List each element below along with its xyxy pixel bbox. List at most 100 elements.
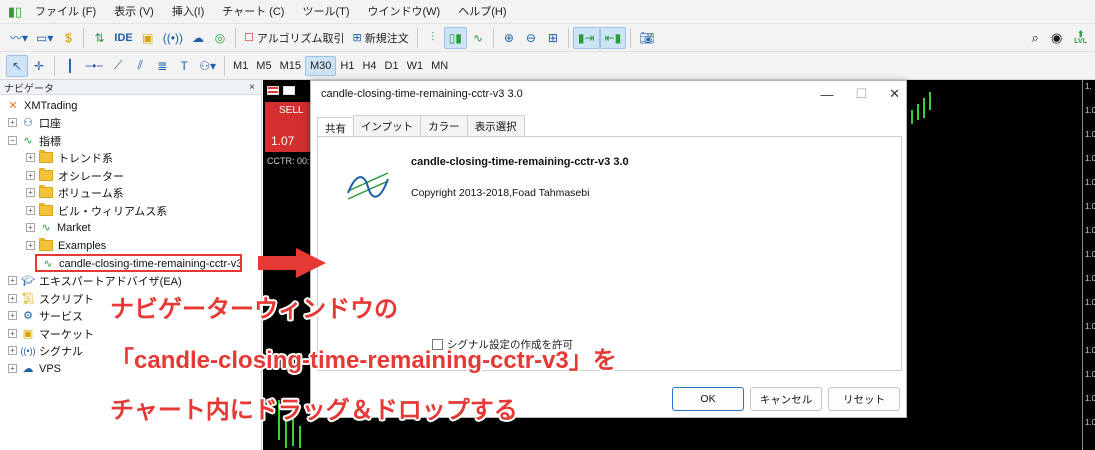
- menu-view[interactable]: 表示 (V): [105, 0, 163, 24]
- expand-icon[interactable]: +: [8, 329, 17, 338]
- crosshair-icon[interactable]: ✛: [28, 55, 50, 77]
- nav-item-oscillators[interactable]: + オシレーター: [26, 167, 124, 184]
- expand-icon[interactable]: +: [8, 364, 17, 373]
- dialog-window-controls: — ☐ ✕: [820, 81, 900, 107]
- expand-icon[interactable]: +: [26, 153, 35, 162]
- screenshot-icon[interactable]: 📷︎: [635, 27, 658, 49]
- reset-button[interactable]: リセット: [828, 387, 900, 411]
- nav-item-expert-advisors[interactable]: + 🎓︎ エキスパートアドバイザ(EA): [8, 272, 182, 289]
- expand-icon[interactable]: +: [8, 311, 17, 320]
- expand-icon[interactable]: +: [8, 294, 17, 303]
- timeframe-w1[interactable]: W1: [403, 56, 428, 76]
- templates-icon[interactable]: ▭▾: [32, 27, 57, 49]
- nav-item-signals[interactable]: + ((•)) シグナル: [8, 342, 83, 359]
- chart-shift-icon[interactable]: ⇤▮: [599, 26, 627, 49]
- nav-item-indicators[interactable]: − ∿ 指標: [8, 132, 61, 149]
- timeframe-m30[interactable]: M30: [304, 55, 337, 76]
- tab-visualization[interactable]: 表示選択: [466, 115, 525, 137]
- account-icon[interactable]: ◉: [1051, 30, 1062, 46]
- nav-item-examples[interactable]: + Examples: [26, 237, 106, 254]
- menu-tools[interactable]: ツール(T): [293, 0, 358, 24]
- shapes-icon[interactable]: ⚇▾: [195, 55, 220, 77]
- tab-colors[interactable]: カラー: [420, 115, 468, 137]
- nav-item-volumes[interactable]: + ボリューム系: [26, 184, 124, 201]
- cancel-button[interactable]: キャンセル: [750, 387, 822, 411]
- annotation-line-3: チャート内にドラッグ＆ドロップする: [110, 397, 518, 424]
- tab-inputs[interactable]: インプット: [353, 115, 422, 137]
- coin-icon[interactable]: $: [57, 27, 79, 49]
- tab-common[interactable]: 共有: [317, 117, 354, 137]
- timeframe-h4[interactable]: H4: [358, 56, 380, 76]
- market-watch-icon[interactable]: ⇅: [88, 27, 110, 49]
- autoscroll-icon[interactable]: ▮⇥: [572, 26, 600, 49]
- nav-item-market[interactable]: + ∿ Market: [26, 219, 91, 236]
- nav-item-scripts[interactable]: + 📜︎ スクリプト: [8, 290, 94, 307]
- minimize-icon[interactable]: —: [820, 87, 833, 102]
- horizontal-line-icon[interactable]: −•−: [81, 55, 107, 77]
- menu-file[interactable]: ファイル (F): [26, 0, 105, 24]
- timeframe-mn[interactable]: MN: [427, 56, 452, 76]
- flag-icon: [283, 85, 295, 95]
- signals-icon[interactable]: ((•)): [159, 27, 187, 49]
- timeframe-m1[interactable]: M1: [229, 56, 252, 76]
- expand-icon[interactable]: +: [8, 346, 17, 355]
- market-bag-icon[interactable]: ▣: [137, 27, 159, 49]
- graduation-cap-icon: 🎓︎: [21, 275, 35, 287]
- new-order-label: 新規注文: [364, 32, 409, 45]
- vertical-line-icon[interactable]: ┃: [59, 55, 81, 77]
- ok-button[interactable]: OK: [672, 387, 744, 411]
- nav-item-bill-williams[interactable]: + ビル・ウィリアムス系: [26, 202, 167, 219]
- nav-item-label: トレンド系: [58, 152, 113, 165]
- expand-icon[interactable]: +: [26, 188, 35, 197]
- search-icon[interactable]: ⌕: [1032, 30, 1039, 46]
- close-icon[interactable]: ✕: [889, 86, 900, 102]
- algo-trading-button[interactable]: ☐ アルゴリズム取引: [240, 27, 349, 49]
- trend-line-icon[interactable]: ⟋: [107, 55, 129, 77]
- menu-insert[interactable]: 挿入(I): [163, 0, 213, 24]
- text-icon[interactable]: T: [173, 55, 195, 77]
- candlestick-icon[interactable]: ▯▮: [443, 26, 467, 49]
- expand-icon[interactable]: +: [8, 276, 17, 285]
- cloud-icon[interactable]: ☁: [187, 27, 209, 49]
- menu-help[interactable]: ヘルプ(H): [449, 0, 515, 24]
- fibonacci-icon[interactable]: ≣: [151, 55, 173, 77]
- chart-type-icon[interactable]: 〰▾: [6, 27, 32, 49]
- channel-icon[interactable]: ⫽: [129, 55, 151, 77]
- expand-icon[interactable]: +: [26, 241, 35, 250]
- nav-item-vps[interactable]: + ☁ VPS: [8, 360, 61, 377]
- sell-price: 1.07: [271, 134, 295, 148]
- expand-icon[interactable]: +: [26, 223, 35, 232]
- price-tick: 1.0: [1085, 418, 1095, 427]
- menu-window[interactable]: ウインドウ(W): [359, 0, 450, 24]
- timeframe-h1[interactable]: H1: [336, 56, 358, 76]
- algo-trading-label: アルゴリズム取引: [256, 32, 345, 45]
- expand-icon[interactable]: +: [26, 206, 35, 215]
- zoom-out-icon[interactable]: ⊖: [520, 27, 542, 49]
- grid-icon[interactable]: ⊞: [542, 27, 564, 49]
- bar-chart-icon[interactable]: ⫶: [422, 27, 444, 49]
- timeframe-d1[interactable]: D1: [381, 56, 403, 76]
- nav-item-market2[interactable]: + ▣ マーケット: [8, 325, 94, 342]
- expand-icon[interactable]: +: [26, 171, 35, 180]
- line-chart-icon[interactable]: ∿: [467, 27, 489, 49]
- nav-item-trend[interactable]: + トレンド系: [26, 149, 113, 166]
- collapse-icon[interactable]: −: [8, 136, 17, 145]
- gear-icon: ⚙: [23, 310, 33, 322]
- maximize-icon[interactable]: ☐: [855, 86, 867, 102]
- navigator-close-icon[interactable]: ×: [249, 82, 255, 93]
- nav-root[interactable]: ✕ XMTrading: [6, 97, 77, 114]
- new-order-button[interactable]: ⊞ 新規注文: [348, 27, 412, 49]
- separator: [416, 27, 418, 48]
- cursor-icon[interactable]: ↖: [6, 54, 28, 77]
- sell-button[interactable]: SELL 1.07: [265, 102, 311, 152]
- nav-item-accounts[interactable]: + ⚇ 口座: [8, 114, 61, 131]
- vps-icon[interactable]: ◎: [209, 27, 231, 49]
- zoom-in-icon[interactable]: ⊕: [498, 27, 520, 49]
- ide-button[interactable]: IDE: [110, 27, 136, 49]
- timeframe-m5[interactable]: M5: [252, 56, 275, 76]
- nav-item-services[interactable]: + ⚙ サービス: [8, 307, 83, 324]
- level-icon[interactable]: ⬆ LVL: [1074, 30, 1087, 46]
- timeframe-m15[interactable]: M15: [276, 56, 305, 76]
- expand-icon[interactable]: +: [8, 118, 17, 127]
- menu-chart[interactable]: チャート (C): [213, 0, 293, 24]
